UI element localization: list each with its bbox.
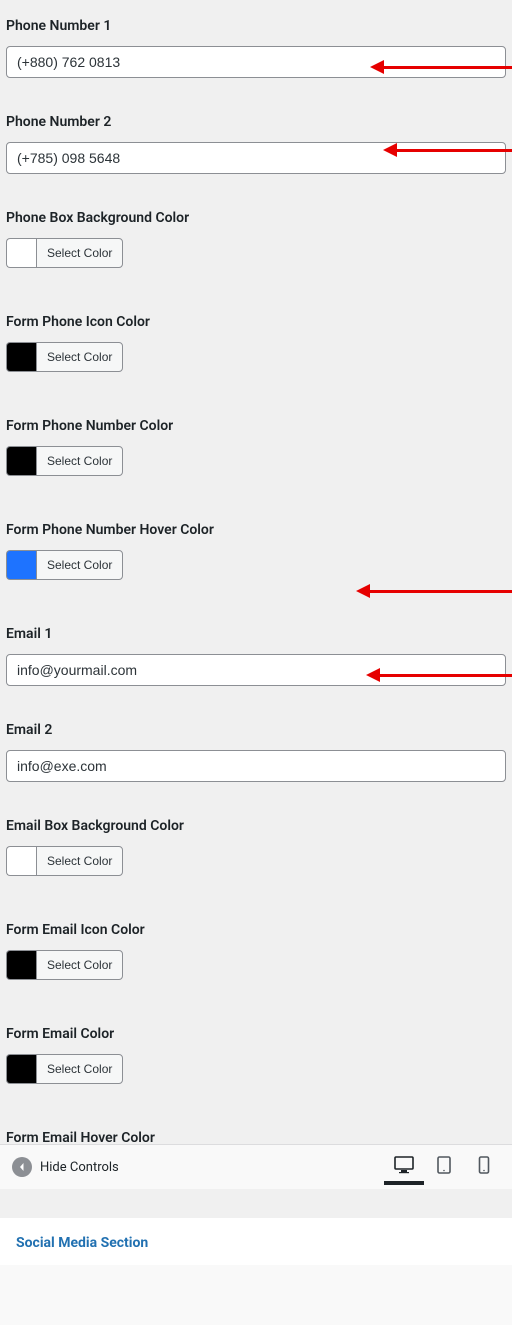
section-social-media[interactable]: Social Media Section: [0, 1218, 512, 1265]
input-phone1[interactable]: [6, 46, 506, 78]
control-email2: Email 2: [0, 704, 512, 800]
label-phone1: Phone Number 1: [6, 6, 506, 38]
select-color-phone-number[interactable]: Select Color: [36, 446, 123, 476]
swatch-phone-number[interactable]: [6, 446, 36, 476]
label-email2: Email 2: [6, 710, 506, 742]
label-phone-number-color: Form Phone Number Color: [6, 406, 506, 438]
select-color-phone-box-bg[interactable]: Select Color: [36, 238, 123, 268]
label-phone-box-bg: Phone Box Background Color: [6, 198, 506, 230]
label-phone-number-hover: Form Phone Number Hover Color: [6, 510, 506, 542]
select-color-email-box-bg[interactable]: Select Color: [36, 846, 123, 876]
input-email2[interactable]: [6, 750, 506, 782]
input-phone2[interactable]: [6, 142, 506, 174]
select-color-email[interactable]: Select Color: [36, 1054, 123, 1084]
device-preview-toggles: [384, 1149, 504, 1185]
device-mobile-button[interactable]: [464, 1149, 504, 1185]
input-email1[interactable]: [6, 654, 506, 686]
control-phone2: Phone Number 2: [0, 96, 512, 192]
label-phone-icon-color: Form Phone Icon Color: [6, 302, 506, 334]
swatch-email-icon[interactable]: [6, 950, 36, 980]
control-phone-number-hover: Form Phone Number Hover Color Select Col…: [0, 504, 512, 608]
swatch-phone-number-hover[interactable]: [6, 550, 36, 580]
swatch-phone-icon[interactable]: [6, 342, 36, 372]
color-email: Select Color: [6, 1054, 123, 1084]
color-phone-icon: Select Color: [6, 342, 123, 372]
control-email-box-bg: Email Box Background Color Select Color: [0, 800, 512, 904]
label-email-color: Form Email Color: [6, 1014, 506, 1046]
desktop-icon: [394, 1156, 414, 1174]
select-color-email-icon[interactable]: Select Color: [36, 950, 123, 980]
label-email1: Email 1: [6, 614, 506, 646]
control-phone-number-color: Form Phone Number Color Select Color: [0, 400, 512, 504]
hide-controls-label: Hide Controls: [40, 1160, 119, 1175]
color-phone-number: Select Color: [6, 446, 123, 476]
device-desktop-button[interactable]: [384, 1149, 424, 1185]
label-phone2: Phone Number 2: [6, 102, 506, 134]
swatch-email-box-bg[interactable]: [6, 846, 36, 876]
device-tablet-button[interactable]: [424, 1149, 464, 1185]
label-email-icon-color: Form Email Icon Color: [6, 910, 506, 942]
control-phone-icon-color: Form Phone Icon Color Select Color: [0, 296, 512, 400]
color-email-box-bg: Select Color: [6, 846, 123, 876]
section-social-media-label: Social Media Section: [16, 1235, 148, 1251]
select-color-phone-icon[interactable]: Select Color: [36, 342, 123, 372]
swatch-phone-box-bg[interactable]: [6, 238, 36, 268]
control-email-color: Form Email Color Select Color: [0, 1008, 512, 1112]
color-phone-number-hover: Select Color: [6, 550, 123, 580]
control-phone-box-bg: Phone Box Background Color Select Color: [0, 192, 512, 296]
select-color-phone-number-hover[interactable]: Select Color: [36, 550, 123, 580]
control-phone1: Phone Number 1: [0, 0, 512, 96]
color-email-icon: Select Color: [6, 950, 123, 980]
footer-bar: Hide Controls: [0, 1144, 512, 1189]
collapse-left-icon: [12, 1157, 32, 1177]
hide-controls-button[interactable]: Hide Controls: [8, 1153, 123, 1181]
tablet-icon: [436, 1156, 452, 1174]
color-phone-box-bg: Select Color: [6, 238, 123, 268]
mobile-icon: [478, 1156, 490, 1174]
swatch-email[interactable]: [6, 1054, 36, 1084]
customizer-panel: Phone Number 1 Phone Number 2 Phone Box …: [0, 0, 512, 1325]
label-email-box-bg: Email Box Background Color: [6, 806, 506, 838]
control-email1: Email 1: [0, 608, 512, 704]
control-email-icon-color: Form Email Icon Color Select Color: [0, 904, 512, 1008]
